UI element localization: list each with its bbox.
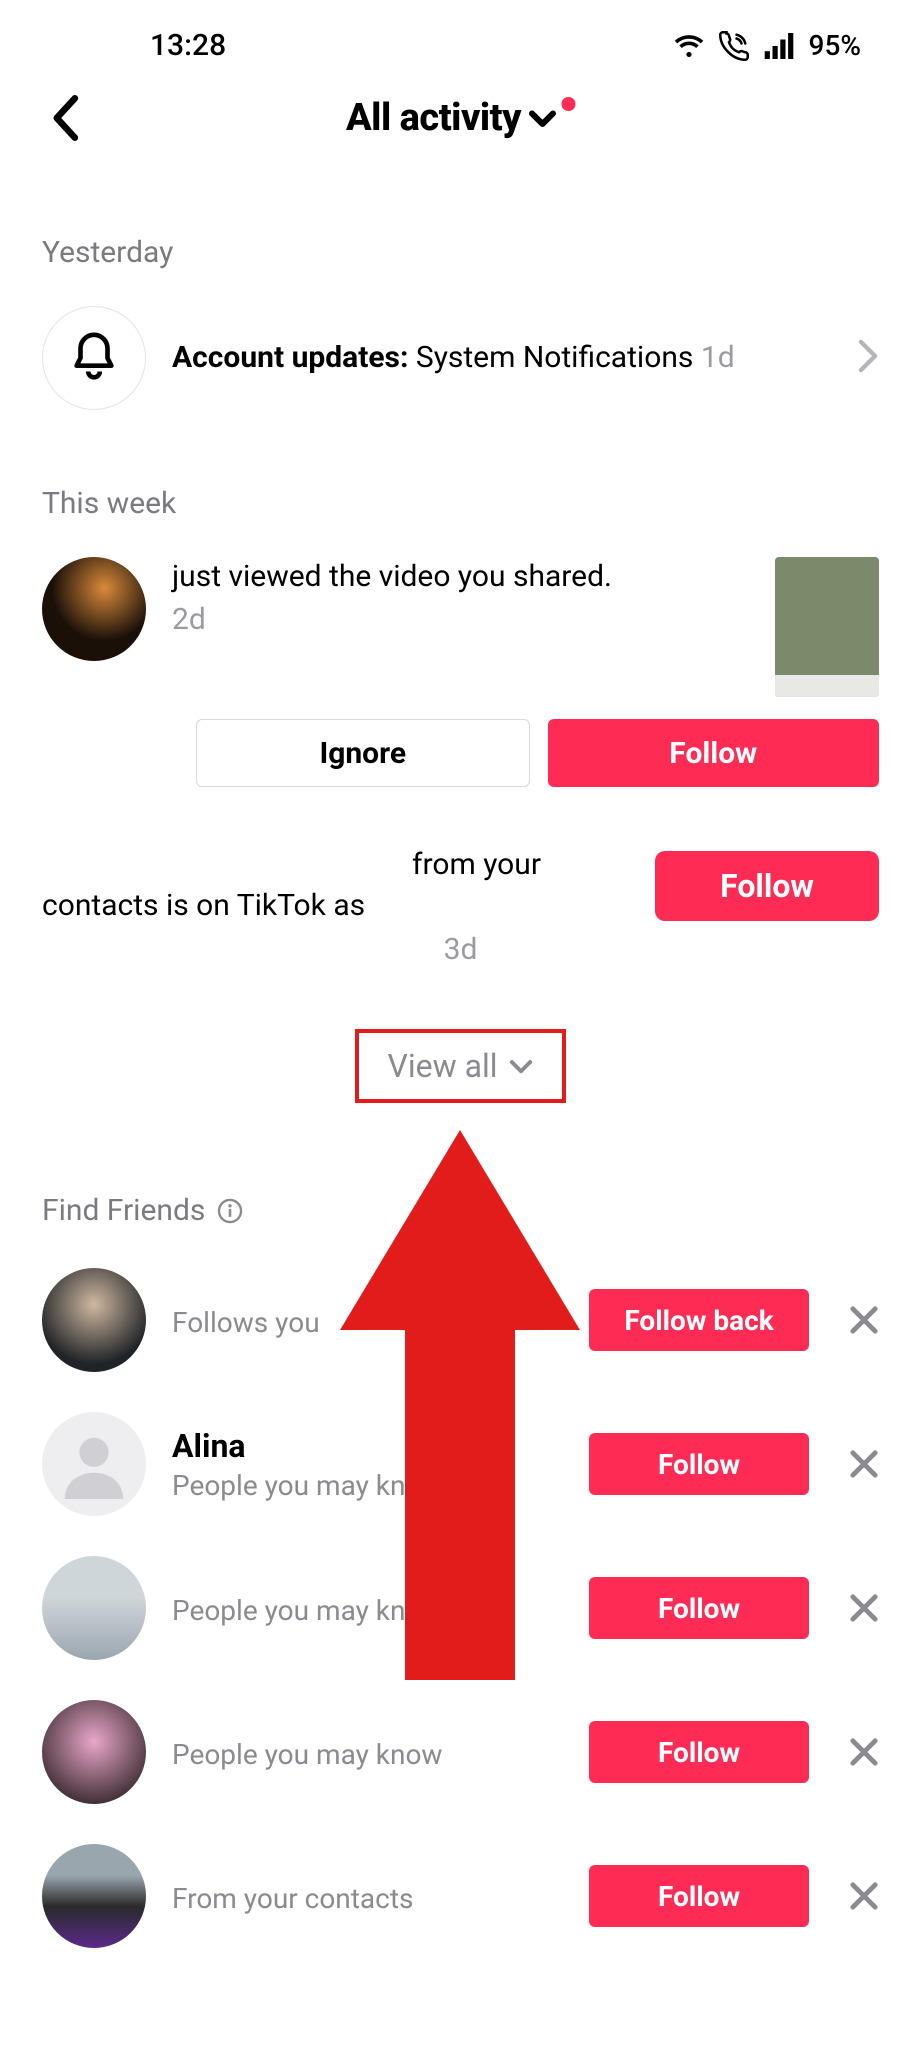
friend-row[interactable]: People you may know Follow: [0, 1680, 921, 1824]
app-header: All activity: [0, 81, 921, 171]
avatar[interactable]: [42, 1844, 146, 1948]
status-bar: 13:28 95%: [0, 0, 921, 81]
ignore-button[interactable]: Ignore: [196, 719, 530, 787]
friend-row[interactable]: Alina People you may know Follow: [0, 1392, 921, 1536]
chevron-down-icon: [527, 103, 557, 133]
close-icon: [848, 1736, 880, 1768]
dismiss-button[interactable]: [835, 1867, 893, 1925]
follow-button[interactable]: Follow: [589, 1433, 809, 1495]
status-time: 13:28: [150, 28, 226, 63]
bell-avatar: [42, 306, 146, 410]
friend-subtitle: From your contacts: [172, 1882, 563, 1915]
info-icon[interactable]: [217, 1198, 243, 1224]
view-all-label: View all: [387, 1047, 497, 1085]
video-thumbnail[interactable]: [775, 557, 879, 697]
follow-button[interactable]: Follow: [589, 1577, 809, 1639]
friend-row[interactable]: People you may know Follow: [0, 1536, 921, 1680]
section-this-week: This week: [0, 428, 921, 539]
friend-name: Alina: [172, 1427, 563, 1465]
close-icon: [848, 1448, 880, 1480]
section-yesterday: Yesterday: [0, 171, 921, 288]
friend-row[interactable]: Follows you Follow back: [0, 1248, 921, 1392]
battery-percent: 95%: [809, 29, 861, 62]
friend-subtitle: People you may know: [172, 1738, 563, 1771]
account-updates-text: Account updates: System Notifications 1d: [172, 337, 831, 378]
person-icon: [59, 1429, 129, 1499]
friend-subtitle: People you may know: [172, 1469, 563, 1502]
avatar[interactable]: [42, 1412, 146, 1516]
follow-button[interactable]: Follow: [655, 851, 879, 921]
chevron-down-icon: [508, 1053, 534, 1079]
activity-viewed-row[interactable]: just viewed the video you shared. 2d: [0, 539, 921, 697]
view-all-button[interactable]: View all: [355, 1029, 565, 1103]
dismiss-button[interactable]: [835, 1435, 893, 1493]
friend-subtitle: Follows you: [172, 1306, 563, 1339]
follow-back-button[interactable]: Follow back: [589, 1289, 809, 1351]
follow-button[interactable]: Follow: [548, 719, 880, 787]
friend-subtitle: People you may know: [172, 1594, 563, 1627]
signal-icon: [763, 33, 795, 59]
follow-button[interactable]: Follow: [589, 1865, 809, 1927]
activity-filter-dropdown[interactable]: All activity: [346, 96, 575, 140]
avatar[interactable]: [42, 1268, 146, 1372]
section-find-friends: Find Friends: [0, 1141, 921, 1248]
chevron-right-icon: [857, 339, 879, 377]
avatar[interactable]: [42, 557, 146, 661]
friend-row[interactable]: From your contacts Follow: [0, 1824, 921, 1968]
activity-buttons: Ignore Follow: [0, 697, 921, 805]
notification-dot: [561, 97, 575, 111]
dismiss-button[interactable]: [835, 1723, 893, 1781]
wifi-icon: [673, 33, 705, 59]
avatar[interactable]: [42, 1700, 146, 1804]
activity-text: just viewed the video you shared. 2d: [172, 557, 749, 640]
back-icon: [50, 95, 80, 141]
bell-icon: [70, 331, 118, 385]
dismiss-button[interactable]: [835, 1579, 893, 1637]
account-updates-row[interactable]: Account updates: System Notifications 1d: [0, 288, 921, 428]
close-icon: [848, 1304, 880, 1336]
dismiss-button[interactable]: [835, 1291, 893, 1349]
follow-button[interactable]: Follow: [589, 1721, 809, 1783]
close-icon: [848, 1880, 880, 1912]
contact-text: from your contacts is on TikTok as: [42, 845, 629, 926]
back-button[interactable]: [40, 93, 90, 143]
status-indicators: 95%: [673, 29, 861, 62]
activity-contact-row[interactable]: from your contacts is on TikTok as Follo…: [0, 805, 921, 926]
wifi-calling-icon: [719, 31, 749, 61]
avatar[interactable]: [42, 1556, 146, 1660]
contact-time: 3d: [0, 926, 921, 967]
page-title: All activity: [346, 96, 521, 140]
close-icon: [848, 1592, 880, 1624]
